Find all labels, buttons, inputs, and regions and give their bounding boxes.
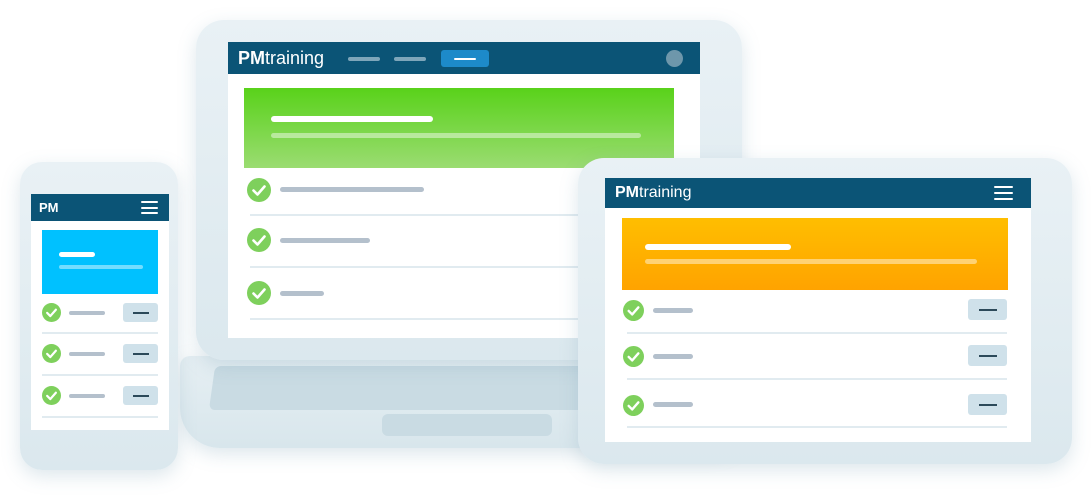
row-text-placeholder xyxy=(69,352,105,356)
row-text-placeholder xyxy=(653,354,693,359)
tablet-screen: PMtraining xyxy=(605,178,1031,442)
hero-title-placeholder xyxy=(271,116,433,122)
logo-bold: PM xyxy=(615,184,639,201)
checkmark-circle-icon xyxy=(42,303,61,322)
checkmark-circle-icon xyxy=(247,281,271,305)
checkmark-circle-icon xyxy=(247,228,271,252)
phone-screen: PM xyxy=(31,194,169,430)
list-item[interactable] xyxy=(42,334,158,376)
list-item[interactable] xyxy=(623,290,1007,334)
list-item[interactable] xyxy=(623,334,1007,380)
row-action-button[interactable] xyxy=(123,344,158,363)
row-action-button[interactable] xyxy=(968,299,1007,320)
checkmark-circle-icon xyxy=(623,395,644,416)
logo-rest: training xyxy=(265,48,325,68)
nav-link-1[interactable] xyxy=(348,57,380,61)
hero-subtitle-placeholder xyxy=(645,259,977,264)
hamburger-menu-icon[interactable] xyxy=(141,201,158,214)
desktop-hero-banner xyxy=(244,88,674,168)
hero-subtitle-placeholder xyxy=(59,265,143,269)
hero-title-placeholder xyxy=(645,244,791,250)
logo-rest: training xyxy=(639,184,692,201)
desktop-app-bar: PMtraining xyxy=(228,42,700,74)
list-item[interactable] xyxy=(42,376,158,418)
phone-hero-banner xyxy=(42,230,158,294)
phone-app-bar: PM xyxy=(31,194,169,221)
row-action-button[interactable] xyxy=(968,345,1007,366)
row-action-button[interactable] xyxy=(968,394,1007,415)
tablet-app-bar: PMtraining xyxy=(605,178,1031,208)
nav-link-2[interactable] xyxy=(394,57,426,61)
hero-subtitle-placeholder xyxy=(271,133,641,138)
checkmark-circle-icon xyxy=(623,300,644,321)
logo-bold: PM xyxy=(39,200,59,215)
list-item[interactable] xyxy=(42,294,158,334)
user-avatar-icon[interactable] xyxy=(666,50,683,67)
row-text-placeholder xyxy=(653,402,693,407)
row-text-placeholder xyxy=(280,238,370,243)
tablet-hero-banner xyxy=(622,218,1008,290)
tablet-logo[interactable]: PMtraining xyxy=(615,184,691,202)
nav-active-button[interactable] xyxy=(441,50,489,67)
laptop-trackpad xyxy=(382,414,552,436)
row-action-button[interactable] xyxy=(123,303,158,322)
checkmark-circle-icon xyxy=(623,346,644,367)
phone-logo[interactable]: PM xyxy=(39,200,59,215)
checkmark-circle-icon xyxy=(247,178,271,202)
list-item[interactable] xyxy=(623,380,1007,428)
hamburger-menu-icon[interactable] xyxy=(994,186,1013,200)
checkmark-circle-icon xyxy=(42,386,61,405)
row-text-placeholder xyxy=(69,394,105,398)
desktop-logo[interactable]: PMtraining xyxy=(238,48,324,69)
hero-title-placeholder xyxy=(59,252,95,257)
row-text-placeholder xyxy=(653,308,693,313)
row-text-placeholder xyxy=(280,291,324,296)
row-action-button[interactable] xyxy=(123,386,158,405)
row-text-placeholder xyxy=(69,311,105,315)
checkmark-circle-icon xyxy=(42,344,61,363)
logo-bold: PM xyxy=(238,48,265,68)
row-text-placeholder xyxy=(280,187,424,192)
